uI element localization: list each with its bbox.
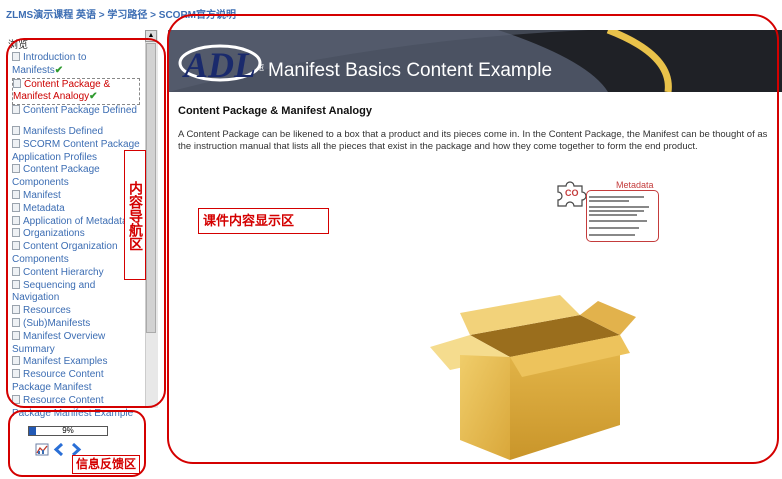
bar-chart-icon[interactable] bbox=[35, 443, 49, 459]
chevron-left-icon[interactable] bbox=[53, 442, 65, 459]
content-annotation-text: 课件内容显示区 bbox=[203, 213, 295, 228]
progress-text: 9% bbox=[62, 426, 74, 435]
metadata-card bbox=[586, 190, 659, 242]
open-box-illustration bbox=[430, 295, 640, 466]
nav-annotation-label: 内容导航区 bbox=[124, 150, 146, 280]
feedback-annotation-label: 信息反馈区 bbox=[72, 455, 140, 474]
feedback-annotation-text: 信息反馈区 bbox=[75, 457, 136, 471]
content-annotation-label: 课件内容显示区 bbox=[198, 208, 329, 234]
metadata-label: Metadata bbox=[616, 180, 654, 190]
content-heading: Content Package & Manifest Analogy bbox=[178, 105, 372, 117]
puzzle-label: CO bbox=[565, 188, 579, 198]
content-paragraph: A Content Package can be likened to a bo… bbox=[178, 129, 768, 152]
nav-annotation-text: 内容导航区 bbox=[128, 181, 144, 251]
